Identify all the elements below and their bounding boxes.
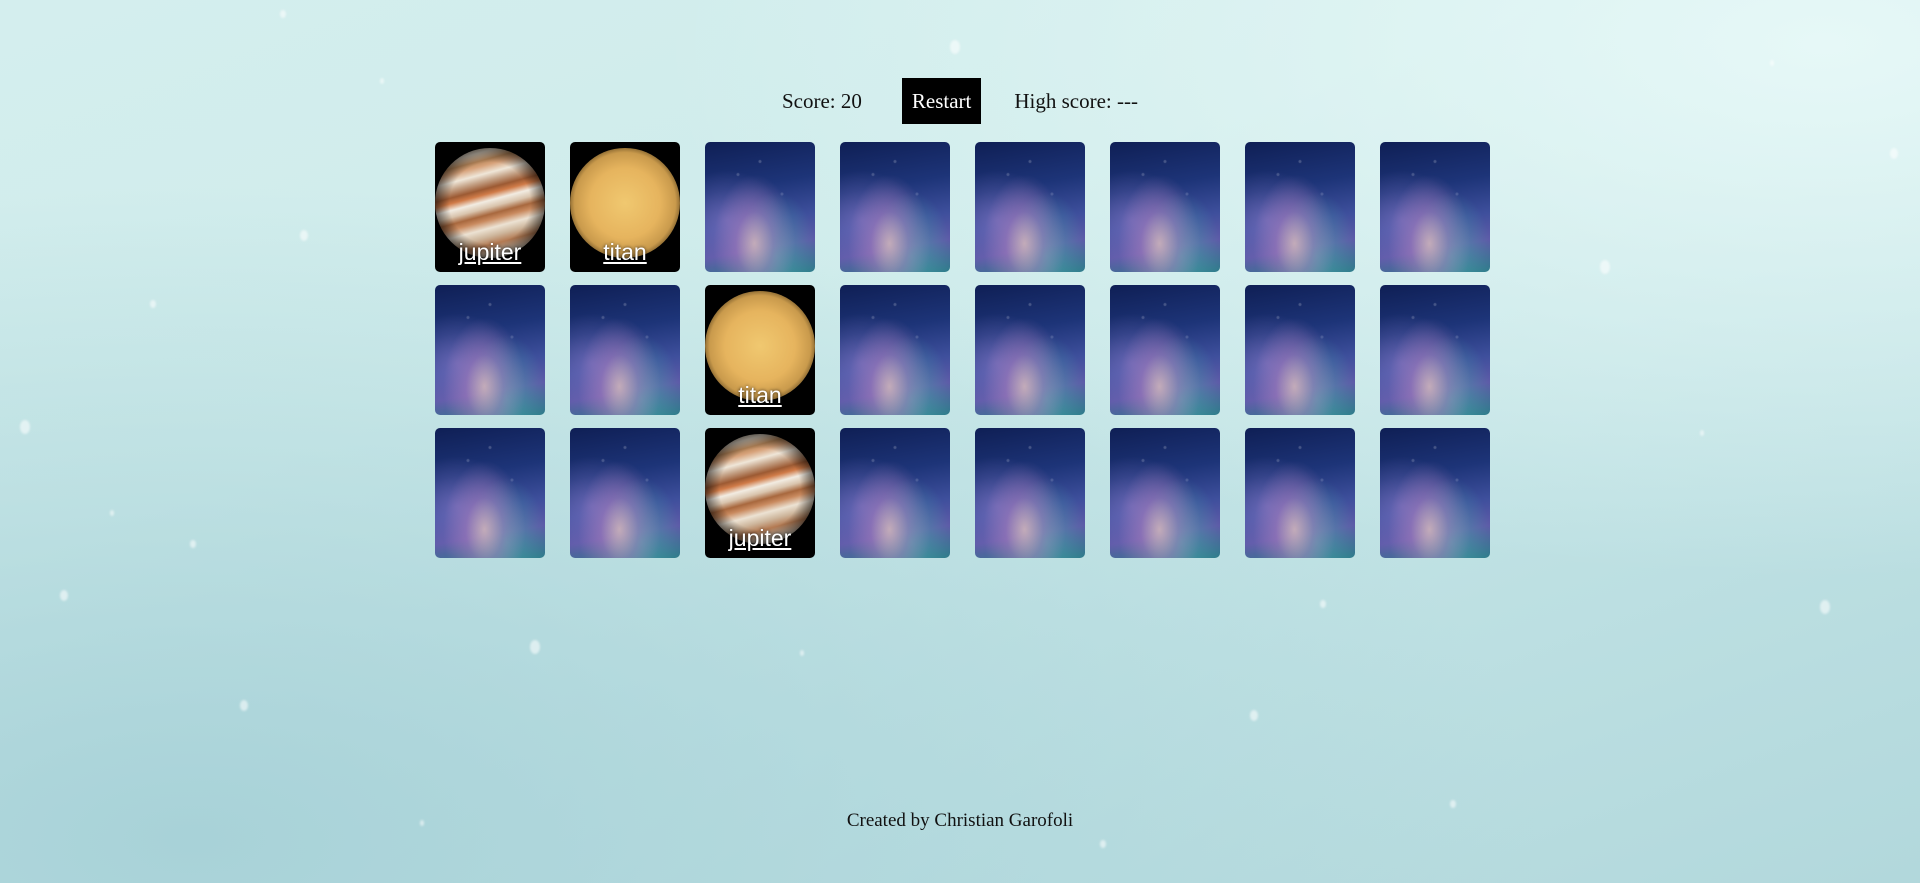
card-back[interactable]: [840, 285, 950, 415]
card-back[interactable]: [1245, 285, 1355, 415]
card-back[interactable]: [435, 285, 545, 415]
card-titan[interactable]: titan: [705, 285, 815, 415]
card-back[interactable]: [1110, 285, 1220, 415]
card-titan[interactable]: titan: [570, 142, 680, 272]
card-jupiter[interactable]: jupiter: [705, 428, 815, 558]
card-back[interactable]: [975, 142, 1085, 272]
card-back[interactable]: [1110, 428, 1220, 558]
card-back[interactable]: [570, 285, 680, 415]
card-back[interactable]: [1380, 285, 1490, 415]
card-jupiter[interactable]: jupiter: [435, 142, 545, 272]
card-back[interactable]: [975, 428, 1085, 558]
card-back[interactable]: [570, 428, 680, 558]
card-back[interactable]: [1245, 428, 1355, 558]
card-back[interactable]: [975, 285, 1085, 415]
card-grid: jupiter titan titan jupiter: [435, 142, 1490, 558]
card-back[interactable]: [1380, 428, 1490, 558]
restart-button[interactable]: Restart: [901, 78, 982, 124]
card-back[interactable]: [1110, 142, 1220, 272]
card-back[interactable]: [705, 142, 815, 272]
card-back[interactable]: [435, 428, 545, 558]
footer-credit: Created by Christian Garofoli: [846, 810, 1074, 831]
score-bar: Score: 20 Restart High score: ---: [0, 78, 1920, 124]
card-label[interactable]: titan: [705, 382, 815, 409]
card-back[interactable]: [840, 142, 950, 272]
card-label[interactable]: jupiter: [705, 525, 815, 552]
card-back[interactable]: [840, 428, 950, 558]
card-back[interactable]: [1245, 142, 1355, 272]
card-back[interactable]: [1380, 142, 1490, 272]
score-display: Score: 20: [781, 88, 862, 113]
high-score-display: High score: ---: [1014, 88, 1138, 113]
card-label[interactable]: jupiter: [435, 239, 545, 266]
card-label[interactable]: titan: [570, 239, 680, 266]
